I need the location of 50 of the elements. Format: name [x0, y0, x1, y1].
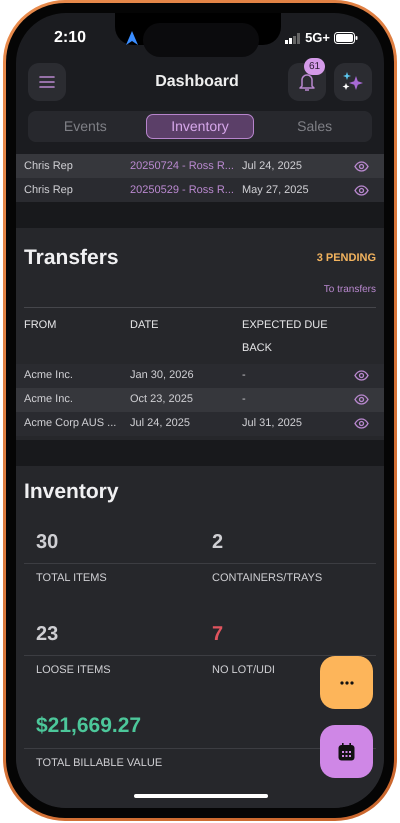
location-arrow-icon — [126, 31, 138, 45]
more-icon — [340, 680, 354, 684]
stat-label: NO LOT/UDI — [212, 662, 275, 678]
column-header: EXPECTED DUE BACK — [242, 318, 329, 356]
table-cell-text: Chris Rep — [24, 182, 74, 198]
sparkle-button[interactable] — [334, 63, 372, 101]
event-link[interactable]: 20250724 - Ross R... — [130, 158, 242, 174]
table-cell-text: Acme Inc. — [24, 392, 74, 408]
stat-label: LOOSE ITEMS — [36, 662, 111, 678]
table-cell-text: Jul 31, 2025 — [242, 416, 303, 432]
event-link[interactable]: 20250529 - Ross R... — [130, 182, 242, 198]
menu-button[interactable] — [28, 63, 66, 101]
table-cell-text: - — [242, 392, 247, 408]
notification-count: 61 — [304, 58, 326, 75]
tab[interactable]: Inventory — [146, 114, 254, 139]
battery-icon — [334, 32, 358, 44]
section-title: Transfers — [24, 245, 119, 271]
transfers-link[interactable]: To transfers — [324, 282, 376, 296]
network-label: 5G+ — [305, 29, 330, 48]
calendar-button[interactable] — [320, 725, 373, 778]
pending-count: 3 PENDING — [316, 250, 376, 266]
column-header: FROM — [24, 318, 58, 332]
table-cell-text: Jan 30, 2026 — [130, 368, 195, 384]
section-title: Inventory — [23, 478, 120, 504]
table-cell-text: - — [242, 368, 247, 384]
sparkle-icon — [342, 72, 364, 92]
stat-value: 2 — [200, 515, 376, 564]
menu-icon — [39, 76, 55, 88]
page-title: Dashboard — [154, 72, 240, 92]
stat-label: TOTAL ITEMS — [36, 571, 107, 586]
more-button[interactable] — [320, 656, 373, 709]
stat-label: TOTAL BILLABLE VALUE — [36, 756, 162, 770]
table-cell-text: Acme Corp AUS ... — [24, 416, 118, 432]
stat-value: 30 — [24, 515, 200, 564]
table-cell-text: Jul 24, 2025 — [242, 158, 303, 174]
calendar-icon — [338, 742, 355, 760]
table-cell-text: Chris Rep — [24, 158, 74, 174]
status-time: 2:10 — [54, 28, 86, 48]
table-cell-text: Acme Inc. — [24, 368, 74, 384]
table-cell-text: Jul 24, 2025 — [130, 416, 191, 432]
column-header: DATE — [130, 318, 160, 332]
stat-value: 23 — [24, 606, 200, 656]
bell-icon — [298, 72, 316, 92]
stat-label: CONTAINERS/TRAYS — [212, 571, 322, 586]
stat-value: 7 — [200, 606, 376, 656]
table-cell-text: May 27, 2025 — [242, 182, 310, 198]
tab[interactable]: Sales — [260, 114, 370, 139]
table-cell-text: Oct 23, 2025 — [130, 392, 194, 408]
tab[interactable]: Events — [31, 114, 140, 139]
signal-icon — [285, 32, 302, 44]
